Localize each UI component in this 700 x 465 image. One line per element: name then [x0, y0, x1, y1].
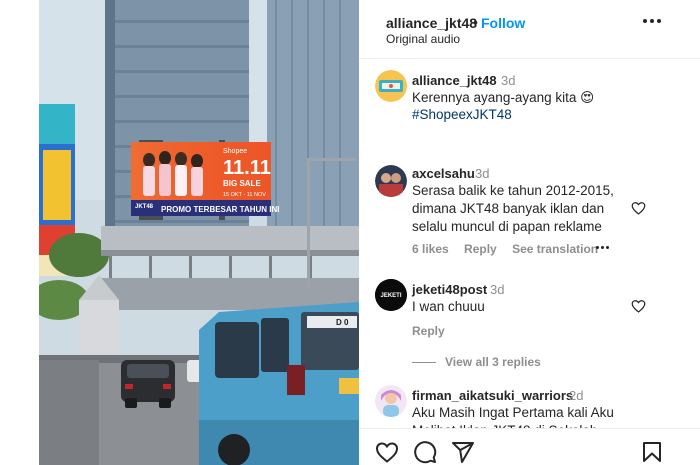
avatar[interactable]: [375, 385, 407, 417]
heart-icon[interactable]: [631, 201, 646, 215]
heart-icon[interactable]: [631, 299, 646, 313]
comment-username[interactable]: axcelsahu: [412, 166, 475, 181]
heart-icon[interactable]: [375, 440, 399, 464]
separator-dot: •: [473, 14, 478, 30]
see-translation-button[interactable]: See translation: [512, 242, 598, 256]
reply-button[interactable]: Reply: [464, 242, 497, 256]
post-panel: alliance_jkt48 • Follow Original audio a…: [359, 0, 700, 465]
replies-divider-line: [412, 362, 436, 363]
comment-username[interactable]: firman_aikatsuki_warriors: [412, 388, 573, 403]
share-icon[interactable]: [451, 440, 475, 464]
comment-time[interactable]: 3d: [490, 282, 504, 297]
street-scene-image: Shopee 11.11 BIG SALE 15 OKT - 11 NOV JK…: [39, 0, 359, 465]
comment-text-line: I wan chuuu: [412, 299, 485, 314]
view-replies-button[interactable]: View all 3 replies: [445, 355, 541, 369]
comment-meta: 6 likes Reply See translation: [412, 242, 610, 256]
avatar[interactable]: [375, 70, 407, 102]
reel-video[interactable]: Shopee 11.11 BIG SALE 15 OKT - 11 NOV JK…: [39, 0, 359, 465]
billboard-sub-text: BIG SALE: [223, 179, 261, 188]
caption-username[interactable]: alliance_jkt48: [412, 73, 497, 88]
vehicle-plate-text: D 0: [336, 318, 349, 327]
comment-time[interactable]: 3d: [475, 166, 489, 181]
bookmark-icon[interactable]: [640, 440, 664, 464]
caption-text: Kerennya ayang-ayang kita 😍: [412, 90, 595, 105]
billboard-logo-text: JKT48: [135, 204, 154, 210]
comment-likes[interactable]: 6 likes: [412, 242, 449, 256]
reply-button[interactable]: Reply: [412, 324, 445, 338]
header-divider: [359, 58, 700, 59]
post-header: alliance_jkt48 • Follow Original audio: [359, 0, 700, 58]
comment-text-line: selalu muncul di papan reklame: [412, 219, 602, 234]
caption-hashtag[interactable]: #ShopeexJKT48: [412, 106, 512, 124]
comment-meta: Reply: [412, 324, 457, 338]
comment-text-line: Aku Masih Ingat Pertama kali Aku: [412, 405, 614, 420]
billboard-footer-text: PROMO TERBESAR TAHUN INI: [161, 205, 280, 214]
comment-text-line: dimana JKT48 banyak iklan dan: [412, 201, 605, 216]
more-options-icon[interactable]: [643, 19, 661, 25]
comment-text-line: Serasa balik ke tahun 2012-2015,: [412, 183, 614, 198]
avatar[interactable]: [375, 165, 407, 197]
billboard-headline-text: 11.11: [223, 157, 271, 179]
avatar[interactable]: JEKETI: [375, 279, 407, 311]
audio-link[interactable]: Original audio: [386, 32, 460, 46]
comment-username[interactable]: jeketi48post: [412, 282, 487, 297]
comment-icon[interactable]: [413, 440, 437, 464]
caption-time[interactable]: 3d: [501, 73, 515, 88]
comment-time[interactable]: 2d: [569, 388, 583, 403]
billboard-dates-text: 15 OKT - 11 NOV: [223, 192, 266, 198]
comment-options-icon[interactable]: [596, 246, 610, 250]
action-bar: [359, 428, 700, 465]
billboard-brand-text: Shopee: [223, 148, 247, 155]
avatar-logo-text: JEKETI: [380, 293, 401, 299]
post-author-username[interactable]: alliance_jkt48: [386, 15, 477, 31]
follow-button[interactable]: Follow: [481, 15, 525, 31]
